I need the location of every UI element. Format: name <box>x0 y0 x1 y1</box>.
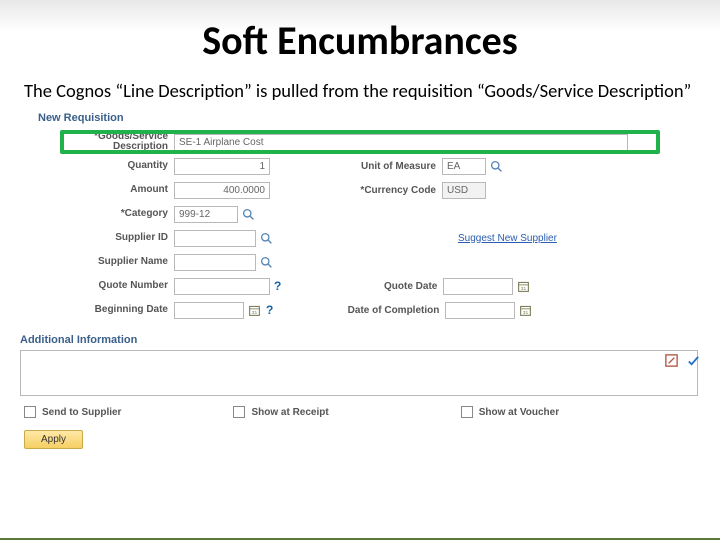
label-date-of-completion: Date of Completion <box>319 305 445 316</box>
label-category: *Category <box>38 209 174 220</box>
quote-number-input[interactable] <box>174 278 270 295</box>
help-icon[interactable]: ? <box>266 303 273 317</box>
svg-text:31: 31 <box>252 309 258 315</box>
date-of-completion-input[interactable] <box>445 302 515 319</box>
additional-info-textarea[interactable] <box>20 350 698 396</box>
goods-service-description-input[interactable]: SE-1 Airplane Cost <box>174 134 628 151</box>
slide-caption: The Cognos “Line Description” is pulled … <box>24 79 696 102</box>
search-icon[interactable] <box>259 255 274 270</box>
requisition-form: New Requisition *Goods/Service Descripti… <box>38 108 702 449</box>
label-supplier-id: Supplier ID <box>38 233 174 244</box>
show-at-voucher-checkbox[interactable] <box>461 406 473 418</box>
label-quantity: Quantity <box>38 161 174 172</box>
category-input[interactable]: 999-12 <box>174 206 238 223</box>
label-currency-code: *Currency Code <box>330 185 442 196</box>
currency-code-input: USD <box>442 182 486 199</box>
label-quote-number: Quote Number <box>38 281 174 292</box>
calendar-icon[interactable]: 31 <box>518 303 533 318</box>
quantity-input[interactable]: 1 <box>174 158 270 175</box>
label-supplier-name: Supplier Name <box>38 257 174 268</box>
section-title-new-requisition: New Requisition <box>38 108 702 130</box>
calendar-icon[interactable]: 31 <box>516 279 531 294</box>
unit-of-measure-input[interactable]: EA <box>442 158 486 175</box>
label-amount: Amount <box>38 185 174 196</box>
search-icon[interactable] <box>241 207 256 222</box>
label-goods-service-description: *Goods/Service Description <box>38 132 174 152</box>
send-to-supplier-checkbox[interactable] <box>24 406 36 418</box>
supplier-name-input[interactable] <box>174 254 256 271</box>
help-icon[interactable]: ? <box>274 279 281 293</box>
beginning-date-input[interactable] <box>174 302 244 319</box>
calendar-icon[interactable]: 31 <box>247 303 262 318</box>
label-quote-date: Quote Date <box>331 281 443 292</box>
label-send-to-supplier: Send to Supplier <box>42 407 121 418</box>
label-show-at-receipt: Show at Receipt <box>251 407 328 418</box>
spellcheck-icon[interactable] <box>686 353 701 368</box>
amount-input[interactable]: 400.0000 <box>174 182 270 199</box>
svg-text:31: 31 <box>521 285 527 291</box>
show-at-receipt-checkbox[interactable] <box>233 406 245 418</box>
slide-title: Soft Encumbrances <box>0 16 720 65</box>
section-title-additional-info: Additional Information <box>20 334 702 346</box>
label-beginning-date: Beginning Date <box>38 305 174 316</box>
label-show-at-voucher: Show at Voucher <box>479 407 559 418</box>
svg-text:31: 31 <box>523 309 529 315</box>
supplier-id-input[interactable] <box>174 230 256 247</box>
suggest-new-supplier-link[interactable]: Suggest New Supplier <box>458 233 557 244</box>
label-unit-of-measure: Unit of Measure <box>330 161 442 172</box>
expand-icon[interactable] <box>664 353 679 368</box>
search-icon[interactable] <box>259 231 274 246</box>
search-icon[interactable] <box>489 159 504 174</box>
apply-button[interactable]: Apply <box>24 430 83 449</box>
quote-date-input[interactable] <box>443 278 513 295</box>
